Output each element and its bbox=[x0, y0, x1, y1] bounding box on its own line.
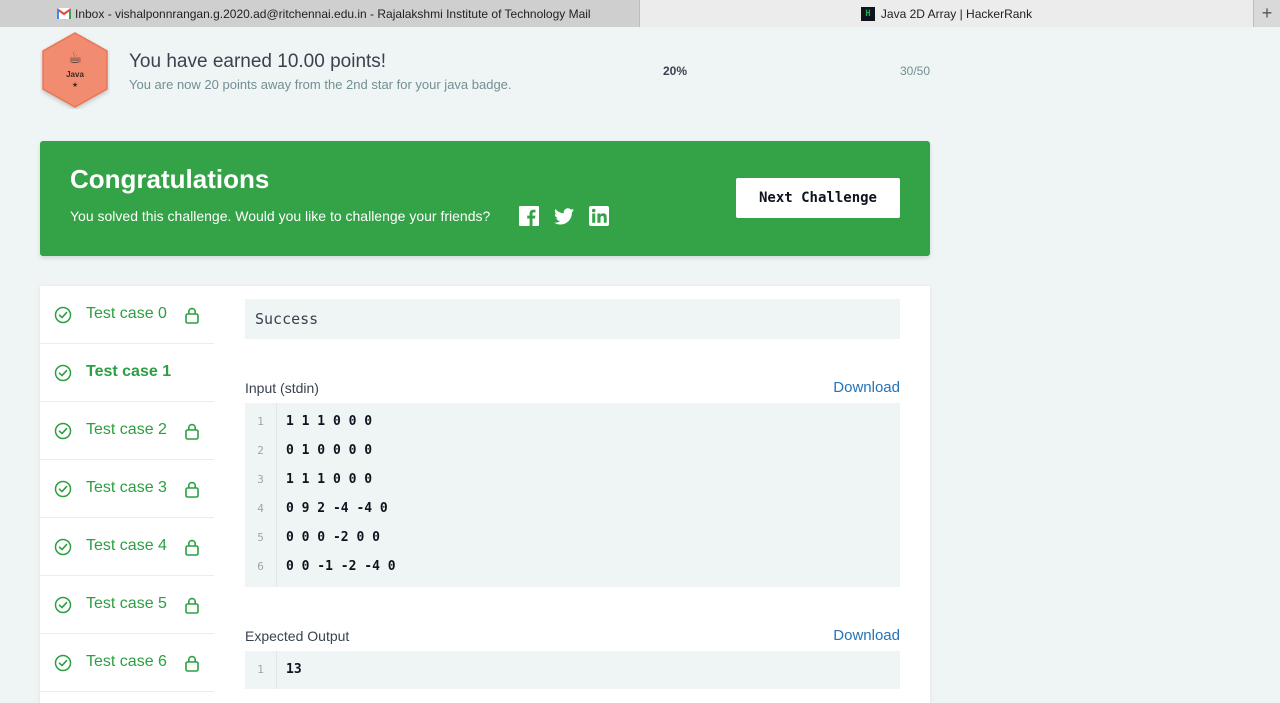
new-tab-button[interactable]: + bbox=[1254, 0, 1280, 27]
hackerrank-icon: H bbox=[860, 6, 875, 21]
input-code-box: 1 1 1 1 0 0 0 2 0 1 0 0 0 0 3 1 1 1 0 0 0 4 0 9… bbox=[245, 403, 900, 587]
lock-icon bbox=[185, 307, 199, 324]
line-text: 0 0 -1 -2 -4 0 bbox=[286, 559, 396, 574]
line-text: 0 1 0 0 0 0 bbox=[286, 443, 373, 458]
congratulations-subtitle: You solved this challenge. Would you lik… bbox=[70, 208, 491, 224]
line-number: 4 bbox=[245, 494, 277, 523]
check-circle-icon bbox=[54, 306, 72, 324]
line-number: 5 bbox=[245, 523, 277, 552]
test-case-label: Test case 0 bbox=[86, 305, 167, 322]
code-line: 1 1 1 1 0 0 0 bbox=[245, 407, 900, 436]
code-line: 6 0 0 -1 -2 -4 0 bbox=[245, 552, 900, 581]
line-text: 0 9 2 -4 -4 0 bbox=[286, 501, 388, 516]
line-text: 1 1 1 0 0 0 bbox=[286, 414, 373, 429]
expected-output-label: Expected Output bbox=[245, 628, 350, 644]
lock-icon bbox=[185, 655, 199, 672]
next-challenge-button[interactable]: Next Challenge bbox=[736, 178, 900, 218]
test-case-label: Test case 6 bbox=[86, 653, 167, 670]
tab-hackerrank[interactable]: H Java 2D Array | HackerRank bbox=[640, 0, 1254, 27]
test-case-label: Test case 2 bbox=[86, 421, 167, 438]
test-case-label: Test case 4 bbox=[86, 537, 167, 554]
gmail-icon bbox=[57, 8, 71, 20]
java-cup-icon: ☕ bbox=[67, 50, 83, 67]
twitter-icon[interactable] bbox=[553, 205, 575, 227]
lock-icon bbox=[185, 481, 199, 498]
test-case-tab[interactable]: Test case 3 bbox=[40, 460, 214, 518]
result-status: Success bbox=[245, 299, 900, 339]
check-circle-icon bbox=[54, 364, 72, 382]
test-case-tab[interactable]: Test case 6 bbox=[40, 634, 214, 692]
tab-label: Java 2D Array | HackerRank bbox=[880, 6, 1033, 21]
congratulations-title: Congratulations bbox=[70, 164, 270, 194]
line-number: 3 bbox=[245, 465, 277, 494]
test-case-label: Test case 5 bbox=[86, 595, 167, 612]
code-line: 2 0 1 0 0 0 0 bbox=[245, 436, 900, 465]
line-text: 1 1 1 0 0 0 bbox=[286, 472, 373, 487]
test-case-tab[interactable]: Test case 5 bbox=[40, 576, 214, 634]
test-case-tab[interactable]: Test case 0 bbox=[40, 286, 214, 344]
line-text: 0 0 0 -2 0 0 bbox=[286, 530, 380, 545]
test-case-tab[interactable]: Test case 4 bbox=[40, 518, 214, 576]
badge-language: Java bbox=[66, 70, 84, 79]
check-circle-icon bbox=[54, 596, 72, 614]
badge-star-icon: ★ bbox=[71, 82, 79, 89]
test-case-label: Test case 1 bbox=[86, 363, 172, 380]
congratulations-banner: Congratulations You solved this challeng… bbox=[40, 141, 930, 256]
code-line: 1 13 bbox=[245, 655, 900, 684]
lock-icon bbox=[185, 423, 199, 440]
line-text: 13 bbox=[286, 662, 302, 677]
line-number: 6 bbox=[245, 552, 277, 581]
tab-gmail-inbox[interactable]: Inbox - vishalponnrangan.g.2020.ad@ritch… bbox=[0, 0, 640, 27]
lock-icon bbox=[185, 539, 199, 556]
code-line: 4 0 9 2 -4 -4 0 bbox=[245, 494, 900, 523]
test-results-panel: Test case 0 Test case 1 Test case 2 Test ca… bbox=[40, 286, 930, 703]
points-earned-subtitle: You are now 20 points away from the 2nd … bbox=[129, 77, 512, 92]
facebook-icon[interactable] bbox=[518, 205, 540, 227]
input-label: Input (stdin) bbox=[245, 380, 319, 396]
line-number: 1 bbox=[245, 655, 277, 684]
expected-output-code-box: 1 13 bbox=[245, 651, 900, 689]
check-circle-icon bbox=[54, 480, 72, 498]
download-input-link[interactable]: Download bbox=[833, 379, 900, 396]
browser-tab-bar: Inbox - vishalponnrangan.g.2020.ad@ritch… bbox=[0, 0, 1280, 27]
code-line: 3 1 1 1 0 0 0 bbox=[245, 465, 900, 494]
check-circle-icon bbox=[54, 654, 72, 672]
lock-icon bbox=[185, 597, 199, 614]
check-circle-icon bbox=[54, 422, 72, 440]
points-earned-title: You have earned 10.00 points! bbox=[129, 51, 387, 72]
line-number: 1 bbox=[245, 407, 277, 436]
progress-score: 30/50 bbox=[899, 64, 930, 78]
test-case-tab[interactable]: Test case 2 bbox=[40, 402, 214, 460]
test-case-tab[interactable]: Test case 1 bbox=[40, 344, 214, 402]
progress-percent: 20% bbox=[663, 64, 688, 78]
test-case-label: Test case 3 bbox=[86, 479, 167, 496]
linkedin-icon[interactable] bbox=[588, 205, 610, 227]
line-number: 2 bbox=[245, 436, 277, 465]
code-line: 5 0 0 0 -2 0 0 bbox=[245, 523, 900, 552]
check-circle-icon bbox=[54, 538, 72, 556]
divider bbox=[40, 691, 214, 692]
java-badge: ☕ Java ★ bbox=[40, 31, 110, 109]
tab-label: Inbox - vishalponnrangan.g.2020.ad@ritch… bbox=[75, 6, 591, 21]
download-expected-output-link[interactable]: Download bbox=[833, 627, 900, 644]
